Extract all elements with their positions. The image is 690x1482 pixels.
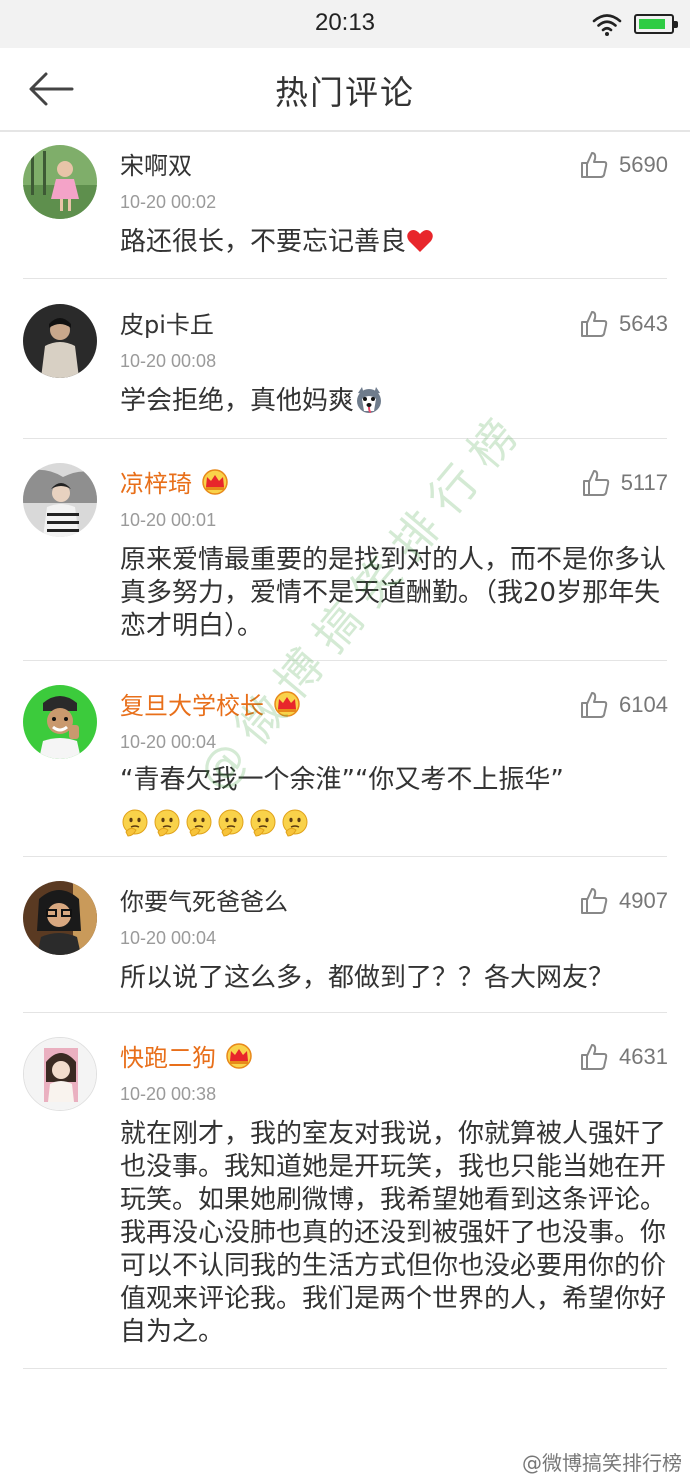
comment-time: 10-20 00:08	[120, 351, 217, 371]
comment-item: 你要气死爸爸么 10-20 00:04 4907 所以说了这么多，都做到了？？各…	[0, 876, 690, 1012]
comment-item: 快跑二狗 10-20 00:38 4631 就在刚才，我的室友对我说，你就算被人…	[0, 1032, 690, 1372]
divider	[23, 856, 667, 857]
like-button[interactable]: 5690	[579, 150, 668, 180]
heart-emoji-icon	[407, 230, 433, 252]
thinking-emoji-icon	[250, 809, 276, 837]
like-button[interactable]: 6104	[579, 690, 668, 720]
comment-text: “青春欠我一个余淮”“你又考不上振华”	[120, 758, 570, 846]
username[interactable]: 皮pi卡丘	[120, 305, 214, 340]
avatar[interactable]	[23, 463, 97, 537]
divider	[23, 1012, 667, 1013]
like-count: 5690	[619, 152, 668, 177]
comment-text: 学会拒绝，真他妈爽	[120, 385, 670, 418]
like-count: 5643	[619, 311, 668, 336]
comment-time: 10-20 00:04	[120, 732, 217, 752]
avatar[interactable]	[23, 145, 97, 219]
thinking-emoji-icon	[122, 809, 148, 837]
vip-crown-icon	[274, 690, 300, 717]
divider	[23, 1368, 667, 1369]
thinking-emoji-icon	[186, 809, 212, 837]
thumbs-up-icon	[581, 152, 608, 178]
thinking-emoji-icon	[282, 809, 308, 837]
corner-watermark: @微博搞笑排行榜	[522, 1451, 682, 1475]
comment-time: 10-20 00:04	[120, 928, 217, 948]
like-button[interactable]: 4907	[579, 886, 668, 916]
like-count: 5117	[620, 470, 668, 495]
avatar[interactable]	[23, 881, 97, 955]
avatar[interactable]	[23, 304, 97, 378]
avatar[interactable]	[23, 685, 97, 759]
comment-text: 原来爱情最重要的是找到对的人，而不是你多认真多努力，爱情不是天道酬勤。（我20岁…	[120, 545, 667, 641]
username[interactable]: 宋啊双	[120, 146, 192, 181]
divider	[23, 438, 667, 439]
like-count: 6104	[619, 692, 668, 717]
like-count: 4631	[619, 1044, 668, 1069]
page-title: 热门评论	[275, 73, 415, 112]
username[interactable]: 复旦大学校长	[120, 686, 302, 721]
status-time: 20:13	[314, 9, 376, 36]
like-button[interactable]: 4631	[579, 1042, 668, 1072]
comment-item: 宋啊双 10-20 00:02 5690 路还很长，不要忘记善良	[0, 140, 690, 284]
battery-icon	[634, 14, 678, 34]
thumbs-up-icon	[581, 888, 608, 914]
wifi-icon	[592, 14, 622, 36]
comment-text: 所以说了这么多，都做到了？？各大网友？	[120, 963, 615, 993]
vip-crown-icon	[226, 1042, 252, 1069]
thumbs-up-icon	[581, 311, 608, 337]
thumbs-up-icon	[581, 1044, 608, 1070]
divider	[23, 660, 667, 661]
comment-time: 10-20 00:01	[120, 510, 217, 530]
vip-crown-icon	[202, 468, 228, 495]
thinking-emoji-icon	[218, 809, 244, 837]
username[interactable]: 你要气死爸爸么	[120, 882, 288, 917]
comment-text: 就在刚才，我的室友对我说，你就算被人强奸了也没事。我知道她是开玩笑，我也只能当她…	[120, 1119, 667, 1347]
thumbs-up-icon	[581, 692, 608, 718]
comment-item: 凉梓琦 10-20 00:01 5117 原来爱情最重要的是找到对的人，而不是你…	[0, 458, 690, 658]
comment-item: 皮pi卡丘 10-20 00:08 5643 学会拒绝，真他妈爽	[0, 299, 690, 439]
husky-emoji-icon	[357, 387, 382, 413]
comment-time: 10-20 00:38	[120, 1084, 217, 1104]
comment-item: 复旦大学校长 10-20 00:04 6104 “青春欠我一个余淮”“你又考不上…	[0, 680, 690, 856]
like-button[interactable]: 5117	[581, 468, 668, 498]
status-bar: 20:13	[0, 0, 690, 48]
nav-bar: 热门评论	[0, 48, 690, 132]
thumbs-up-icon	[582, 470, 609, 496]
like-count: 4907	[619, 888, 668, 913]
username[interactable]: 快跑二狗	[120, 1038, 254, 1073]
comment-text: 路还很长，不要忘记善良	[120, 226, 670, 259]
divider	[23, 278, 667, 279]
like-button[interactable]: 5643	[579, 309, 668, 339]
username[interactable]: 凉梓琦	[120, 464, 230, 499]
avatar[interactable]	[23, 1037, 97, 1111]
thinking-emoji-icon	[154, 809, 180, 837]
comment-time: 10-20 00:02	[120, 192, 217, 212]
